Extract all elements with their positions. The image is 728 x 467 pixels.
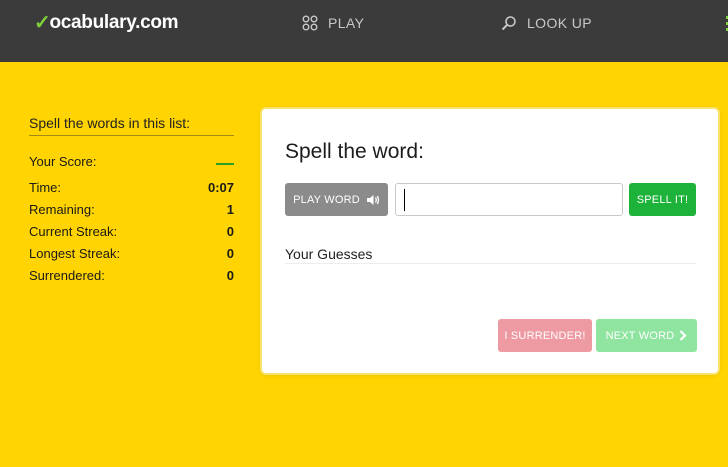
card-title: Spell the word: xyxy=(285,140,424,163)
stat-value: 0 xyxy=(226,245,234,261)
stat-value: 0 xyxy=(226,267,234,283)
grid-icon xyxy=(302,15,318,31)
stats-panel: Spell the words in this list: Your Score… xyxy=(29,115,234,286)
stat-value: 0 xyxy=(226,223,234,239)
stat-label: Longest Streak: xyxy=(29,245,121,261)
stat-row-longest-streak: Longest Streak: 0 xyxy=(29,242,234,264)
vocabulary-logo[interactable]: ✓ ocabulary.com xyxy=(34,10,179,35)
your-guesses-label: Your Guesses xyxy=(285,246,373,262)
stat-row-time: Time: 0:07 xyxy=(29,176,234,198)
stat-row-remaining: Remaining: 1 xyxy=(29,198,234,220)
spelling-input[interactable] xyxy=(395,183,623,216)
stat-value: 1 xyxy=(226,201,234,217)
top-navigation-bar: ✓ ocabulary.com PLAY LOOK UP xyxy=(0,0,728,62)
stat-label: Surrendered: xyxy=(29,267,105,283)
speaker-icon xyxy=(366,194,379,205)
spelling-card: Spell the word: PLAY WORD SPELL IT! Your… xyxy=(262,109,718,373)
play-word-label: PLAY WORD xyxy=(293,193,360,206)
score-row: Your Score: xyxy=(29,150,234,172)
guesses-divider xyxy=(285,263,696,264)
stat-label: Time: xyxy=(29,179,62,195)
surrender-button[interactable]: I SURRENDER! xyxy=(498,319,592,352)
text-cursor xyxy=(404,189,405,211)
search-icon xyxy=(501,16,516,31)
chevron-right-icon xyxy=(680,330,687,341)
nav-play-label: PLAY xyxy=(328,15,365,31)
score-value xyxy=(216,163,234,165)
spell-it-button[interactable]: SPELL IT! xyxy=(629,183,696,216)
nav-look-up-label: LOOK UP xyxy=(527,15,593,31)
score-label: Your Score: xyxy=(29,153,97,169)
stat-row-current-streak: Current Streak: 0 xyxy=(29,220,234,242)
stat-label: Remaining: xyxy=(29,201,95,217)
next-word-button[interactable]: NEXT WORD xyxy=(596,319,697,352)
stat-value: 0:07 xyxy=(207,179,234,195)
stat-label: Current Streak: xyxy=(29,223,118,239)
logo-text: ocabulary.com xyxy=(49,11,179,33)
nav-look-up[interactable]: LOOK UP xyxy=(501,13,592,33)
stats-heading: Spell the words in this list: xyxy=(29,115,234,136)
play-word-button[interactable]: PLAY WORD xyxy=(285,183,388,216)
logo-checkmark: ✓ xyxy=(34,12,51,34)
stat-row-surrendered: Surrendered: 0 xyxy=(29,264,234,286)
next-word-label: NEXT WORD xyxy=(605,329,675,342)
nav-play[interactable]: PLAY xyxy=(302,13,364,33)
